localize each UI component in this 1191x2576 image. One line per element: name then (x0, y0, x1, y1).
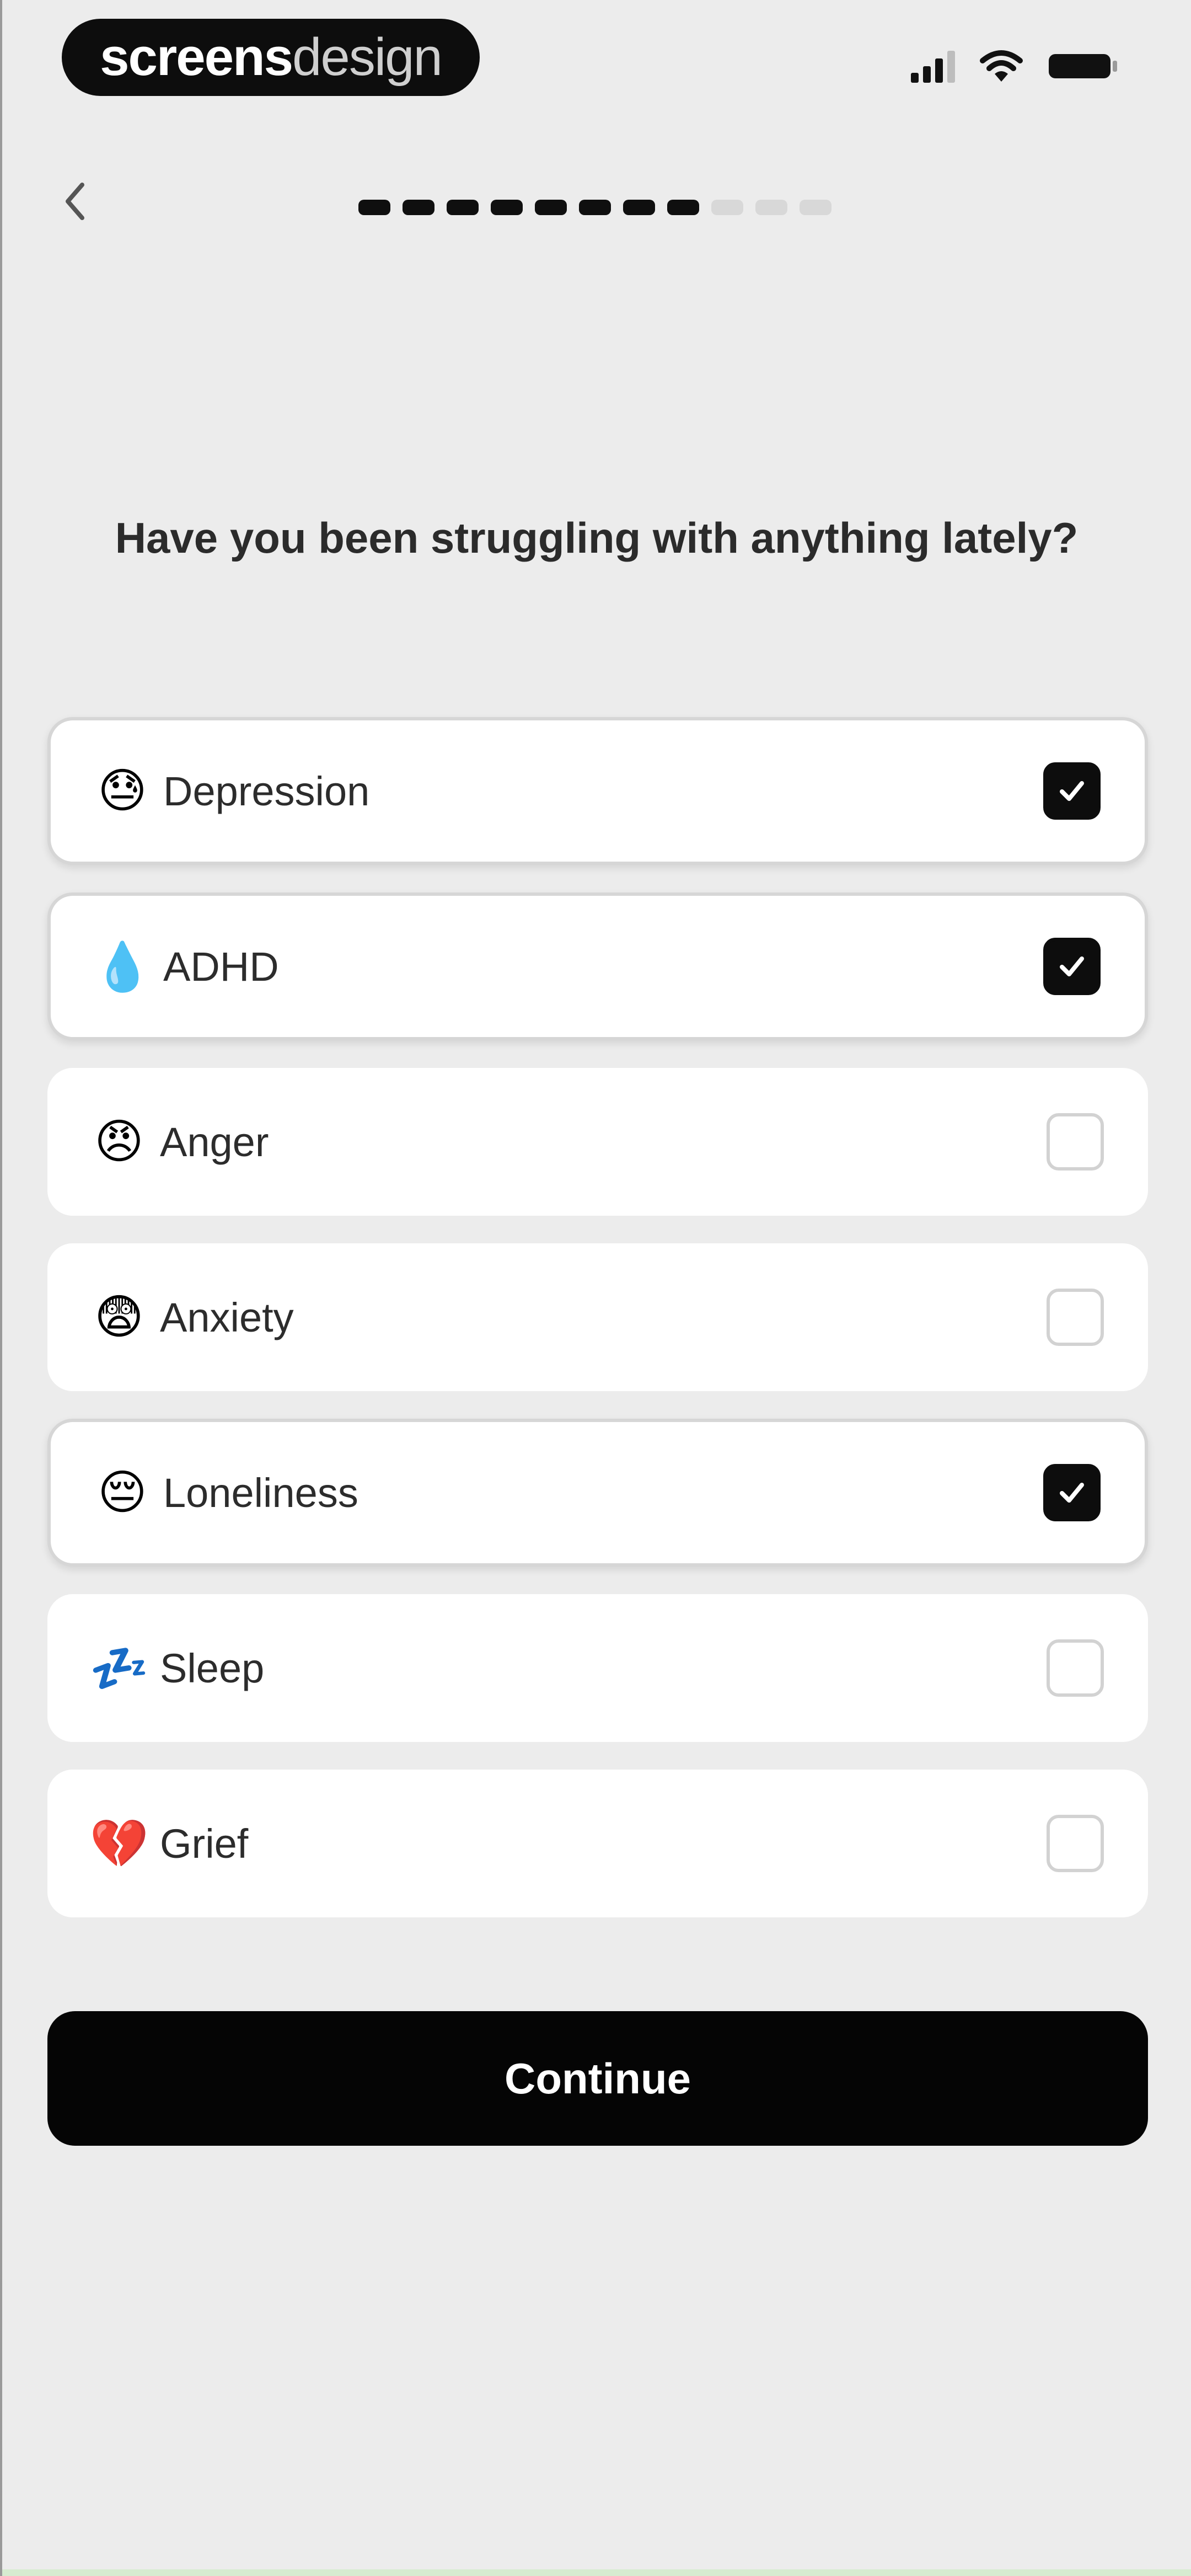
progress-segment (623, 200, 655, 215)
option-label: Grief (160, 1820, 249, 1867)
brand-logo-light-text: design (292, 28, 443, 87)
progress-segment (358, 200, 390, 215)
option-checkbox[interactable] (1043, 1464, 1101, 1521)
option-label: Anger (160, 1119, 269, 1165)
option-anxiety[interactable]: 😨 Anxiety (47, 1243, 1148, 1391)
option-emoji-icon: 😔 (98, 1466, 147, 1519)
checkmark-icon (1060, 1483, 1084, 1503)
checkmark-icon (1060, 956, 1084, 976)
progress-segment (711, 200, 743, 215)
option-sleep[interactable]: 💤 Sleep (47, 1594, 1148, 1742)
progress-indicator (358, 200, 831, 215)
option-label: Anxiety (160, 1294, 294, 1340)
chevron-left-icon (66, 183, 84, 220)
progress-segment (403, 200, 434, 215)
option-checkbox[interactable] (1043, 762, 1101, 820)
checkmark-icon (1060, 781, 1084, 801)
option-label: Loneliness (163, 1469, 358, 1516)
progress-segment (491, 200, 523, 215)
question-title: Have you been struggling with anything l… (115, 514, 1079, 562)
option-emoji-icon: 😨 (94, 1291, 144, 1344)
option-loneliness[interactable]: 😔 Loneliness (47, 1419, 1148, 1567)
option-emoji-icon: 😓 (98, 765, 147, 817)
option-checkbox[interactable] (1047, 1815, 1104, 1872)
progress-segment (447, 200, 479, 215)
option-grief[interactable]: 💔 Grief (47, 1770, 1148, 1917)
brand-logo-bold-text: screens (100, 28, 293, 87)
option-emoji-icon: 💤 (89, 1642, 149, 1695)
option-label: ADHD (163, 943, 279, 990)
option-label: Sleep (160, 1645, 265, 1691)
status-icons (911, 44, 1119, 88)
option-anger[interactable]: 😠 Anger (47, 1068, 1148, 1216)
onboarding-screen: screens design Have you been struggling … (0, 0, 1191, 2576)
battery-icon (1048, 51, 1119, 82)
progress-segment (667, 200, 699, 215)
option-depression[interactable]: 😓 Depression (47, 717, 1148, 865)
progress-segment (535, 200, 567, 215)
continue-button[interactable]: Continue (47, 2011, 1148, 2146)
option-adhd[interactable]: 💧 ADHD (47, 892, 1148, 1040)
signal-icon (911, 50, 955, 83)
option-label: Depression (163, 768, 370, 814)
option-emoji-icon: 💔 (89, 1817, 149, 1870)
option-checkbox[interactable] (1047, 1289, 1104, 1346)
option-emoji-icon: 😠 (94, 1115, 144, 1168)
brand-logo: screens design (62, 19, 480, 96)
progress-segment (800, 200, 831, 215)
progress-segment (579, 200, 611, 215)
option-emoji-icon: 💧 (93, 940, 152, 993)
bottom-edge (2, 2569, 1191, 2576)
option-checkbox[interactable] (1047, 1113, 1104, 1171)
wifi-icon (979, 50, 1023, 83)
option-checkbox[interactable] (1047, 1639, 1104, 1697)
progress-segment (755, 200, 787, 215)
option-checkbox[interactable] (1043, 938, 1101, 995)
back-button[interactable] (53, 177, 97, 226)
